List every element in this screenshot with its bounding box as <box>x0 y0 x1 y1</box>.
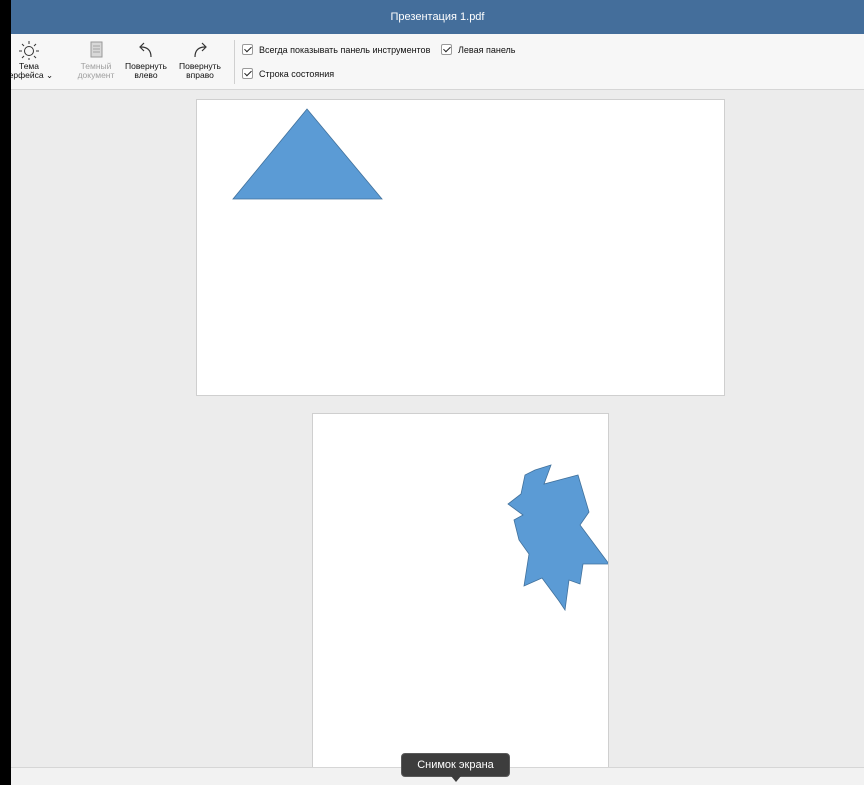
dark-document-button[interactable]: Темный документ <box>71 40 121 80</box>
left-panel-checkbox[interactable]: Левая панель <box>441 44 515 55</box>
always-show-toolbar-checkbox[interactable]: Всегда показывать панель инструментов <box>242 44 430 55</box>
interface-theme-button[interactable]: Тема терфейса ⌄ <box>11 40 55 80</box>
dark-doc-label-2: документ <box>77 70 115 80</box>
starburst-shape <box>507 464 608 612</box>
window-title: Презентация 1.pdf <box>390 11 485 23</box>
screenshot-tooltip: Снимок экрана <box>401 753 510 782</box>
document-page-1 <box>196 99 725 396</box>
title-bar: Презентация 1.pdf <box>11 0 864 34</box>
rotate-left-button[interactable]: Повернуть влево <box>121 40 171 80</box>
rotate-left-icon <box>139 42 152 58</box>
checkbox-checked-icon <box>242 44 253 55</box>
document-icon <box>90 41 103 58</box>
left-panel-label: Левая панель <box>458 44 516 55</box>
triangle-shape <box>232 108 383 200</box>
tooltip-text: Снимок экрана <box>417 759 494 771</box>
rotate-right-button[interactable]: Повернуть вправо <box>174 40 226 80</box>
pdf-viewer-window: Презентация 1.pdf Тема терфейса ⌄ <box>11 0 864 785</box>
toolbar: Тема терфейса ⌄ Темный документ Повернут… <box>11 34 864 90</box>
checkbox-checked-icon <box>441 44 452 55</box>
always-show-toolbar-label: Всегда показывать панель инструментов <box>259 44 431 55</box>
sun-icon <box>19 41 39 60</box>
rotate-right-icon <box>194 42 207 58</box>
toolbar-divider <box>234 40 235 84</box>
document-page-2 <box>312 413 609 773</box>
theme-label-2: терфейса ⌄ <box>11 70 54 80</box>
rotate-left-label-2: влево <box>134 70 158 80</box>
rotate-right-label-2: вправо <box>186 70 214 80</box>
status-bar-checkbox[interactable]: Строка состояния <box>242 68 334 79</box>
status-bar-label: Строка состояния <box>259 68 335 79</box>
checkbox-checked-icon <box>242 68 253 79</box>
